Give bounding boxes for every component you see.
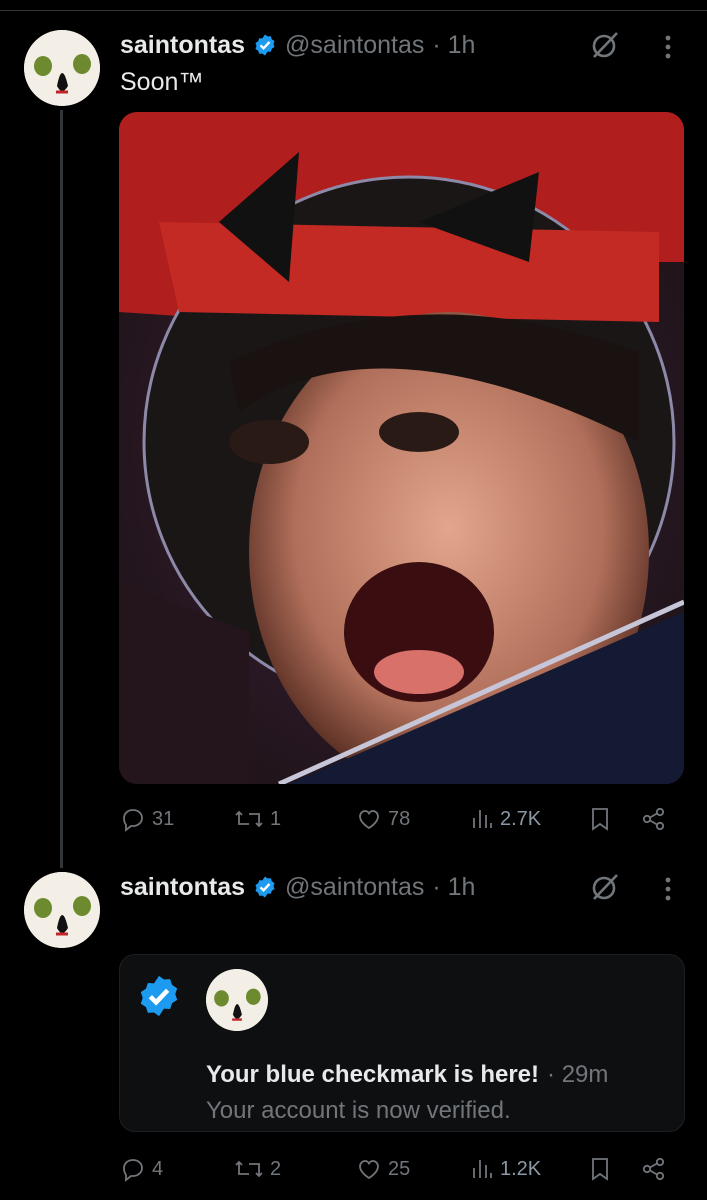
bookmark-button[interactable] bbox=[588, 806, 612, 832]
tweet-text: Soon™ bbox=[120, 68, 204, 96]
grok-button[interactable] bbox=[588, 28, 624, 62]
reply-count: 4 bbox=[152, 1157, 164, 1180]
notification-card[interactable]: Your blue checkmark is here! · 29m Your … bbox=[119, 954, 685, 1132]
reply-count: 31 bbox=[152, 807, 175, 830]
display-name[interactable]: saintontas bbox=[120, 873, 245, 902]
bookmark-button[interactable] bbox=[588, 1156, 612, 1182]
card-time: · 29m bbox=[547, 1061, 609, 1088]
views-icon bbox=[473, 810, 492, 828]
thread-line bbox=[60, 110, 63, 868]
share-icon bbox=[642, 1157, 665, 1181]
card-subtitle: Your account is now verified. bbox=[206, 1097, 511, 1124]
reply-icon bbox=[123, 809, 143, 832]
repost-icon bbox=[235, 810, 263, 828]
more-button[interactable] bbox=[656, 30, 680, 64]
tweet-header: saintontas @saintontas · 1h bbox=[120, 870, 475, 904]
repost-button[interactable]: 1 bbox=[234, 806, 281, 832]
grok-icon bbox=[592, 32, 618, 58]
views-count: 1.2K bbox=[500, 1157, 542, 1180]
handle[interactable]: @saintontas bbox=[285, 873, 424, 902]
handle[interactable]: @saintontas bbox=[285, 31, 424, 60]
like-icon bbox=[359, 1160, 379, 1180]
more-icon bbox=[665, 877, 671, 901]
tweet-header: saintontas @saintontas · 1h bbox=[120, 28, 475, 62]
timestamp[interactable]: · 1h bbox=[432, 873, 475, 902]
reply-button[interactable]: 31 bbox=[120, 806, 174, 832]
verified-badge-icon bbox=[140, 975, 178, 1017]
tweet-1[interactable]: saintontas @saintontas · 1h Soon™ 31 1 7… bbox=[0, 12, 707, 868]
reply-button[interactable]: 4 bbox=[120, 1156, 163, 1182]
like-count: 25 bbox=[388, 1157, 411, 1180]
like-count: 78 bbox=[388, 807, 411, 830]
views-icon bbox=[473, 1160, 492, 1178]
more-button[interactable] bbox=[656, 872, 680, 906]
views-button[interactable]: 2.7K bbox=[470, 806, 541, 832]
bookmark-icon bbox=[592, 808, 608, 831]
display-name[interactable]: saintontas bbox=[120, 31, 245, 60]
tweet-media[interactable] bbox=[119, 112, 684, 784]
views-count: 2.7K bbox=[500, 807, 542, 830]
repost-icon bbox=[235, 1160, 263, 1178]
repost-count: 1 bbox=[270, 807, 282, 830]
verified-badge-icon[interactable] bbox=[253, 875, 277, 899]
avatar[interactable] bbox=[24, 872, 100, 948]
avatar-image bbox=[206, 969, 268, 1031]
timestamp[interactable]: · 1h bbox=[432, 31, 475, 60]
verified-badge-icon[interactable] bbox=[253, 33, 277, 57]
like-button[interactable]: 25 bbox=[356, 1156, 410, 1182]
card-title-row: Your blue checkmark is here! · 29m bbox=[206, 1061, 608, 1089]
grok-icon bbox=[592, 874, 618, 900]
like-button[interactable]: 78 bbox=[356, 806, 410, 832]
share-button[interactable] bbox=[640, 1156, 668, 1182]
card-avatar bbox=[206, 969, 268, 1031]
grok-button[interactable] bbox=[588, 870, 624, 904]
avatar-image bbox=[24, 872, 100, 948]
reply-icon bbox=[123, 1159, 143, 1182]
bookmark-icon bbox=[592, 1158, 608, 1181]
divider bbox=[0, 10, 707, 11]
card-title: Your blue checkmark is here! bbox=[206, 1061, 540, 1088]
avatar[interactable] bbox=[24, 30, 100, 106]
media-image bbox=[119, 112, 684, 784]
tweet-2[interactable]: saintontas @saintontas · 1h Your blue ch… bbox=[0, 856, 707, 1200]
views-button[interactable]: 1.2K bbox=[470, 1156, 541, 1182]
share-icon bbox=[642, 807, 665, 831]
share-button[interactable] bbox=[640, 806, 668, 832]
like-icon bbox=[359, 810, 379, 830]
avatar-image bbox=[24, 30, 100, 106]
more-icon bbox=[665, 35, 671, 59]
repost-button[interactable]: 2 bbox=[234, 1156, 281, 1182]
repost-count: 2 bbox=[270, 1157, 282, 1180]
